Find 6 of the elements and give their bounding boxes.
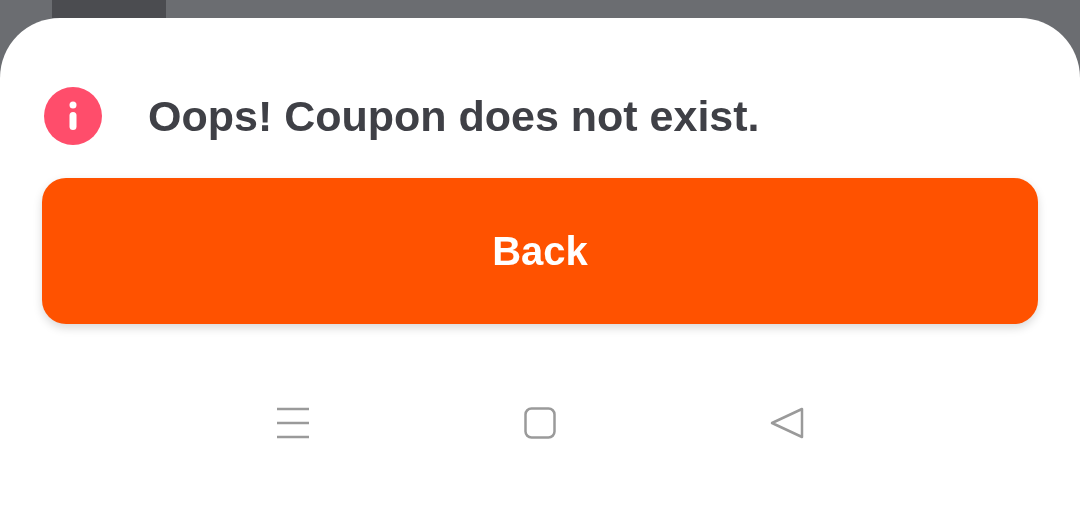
home-icon[interactable]	[524, 407, 556, 439]
info-icon	[44, 87, 102, 145]
error-message: Oops! Coupon does not exist.	[148, 90, 760, 142]
back-icon[interactable]	[770, 407, 804, 439]
back-button[interactable]: Back	[42, 178, 1038, 324]
menu-icon[interactable]	[276, 406, 310, 440]
